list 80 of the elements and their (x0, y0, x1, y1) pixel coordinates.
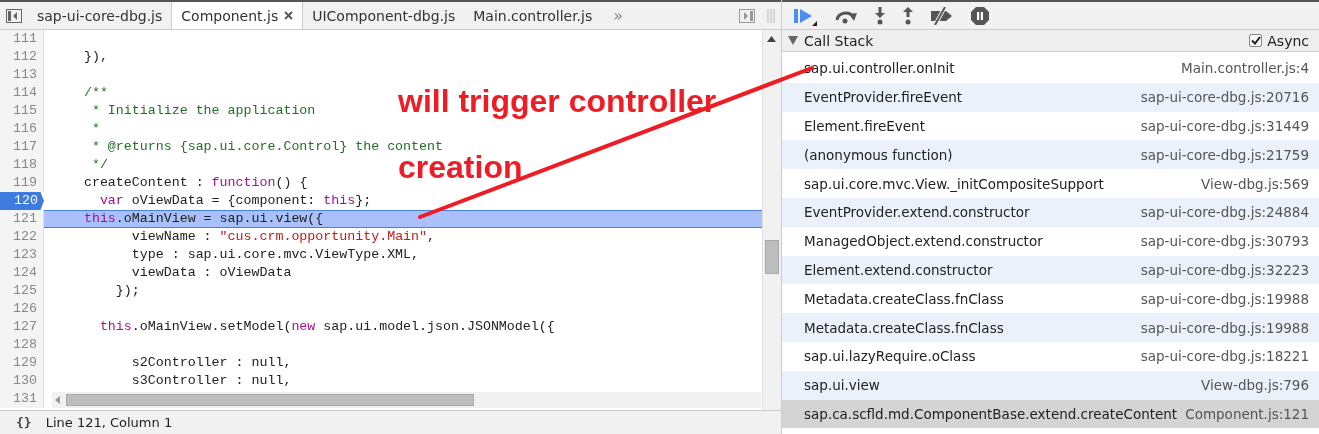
async-checkbox[interactable] (1249, 34, 1263, 47)
breakpoint-marker[interactable]: 120 (0, 192, 44, 210)
code-line: }); (114, 282, 140, 300)
cursor-position: Line 121, Column 1 (45, 415, 173, 430)
deactivate-breakpoints-icon[interactable] (930, 6, 954, 25)
source-location[interactable]: sap-ui-core-dbg.js:20716 (1132, 89, 1309, 106)
code-line: * Initialize the application (90, 102, 316, 120)
function-name: Element.extend.constructor (804, 261, 993, 278)
source-location[interactable]: sap-ui-core-dbg.js:24884 (1132, 204, 1309, 221)
code-line: viewName : "cus.crm.opportunity.Main", (130, 228, 436, 246)
call-frame[interactable]: (anonymous function) sap-ui-core-dbg.js:21759 (782, 140, 1319, 170)
call-frame[interactable]: Element.extend.constructor sap-ui-core-dbg.js:32223 (782, 255, 1319, 285)
code-line: this.oMainView = sap.ui.view({ (82, 210, 324, 228)
code-line: createContent : function() { (82, 174, 308, 192)
call-frame[interactable]: sap.ui.lazyRequire.oClass sap-ui-core-dbg.js:18221 (782, 341, 1319, 371)
file-tab[interactable]: UIComponent-dbg.js (303, 2, 465, 29)
function-name: ManagedObject.extend.constructor (804, 233, 1043, 250)
code-line: s3Controller : null, (130, 372, 292, 390)
section-title[interactable]: Call Stack (804, 32, 874, 49)
code-line: type : sap.ui.core.mvc.ViewType.XML, (130, 246, 420, 264)
code-line: var oViewData = {component: this}; (98, 192, 372, 210)
function-name: EventProvider.extend.constructor (804, 204, 1030, 221)
code-line: /** (82, 84, 108, 102)
call-frame[interactable]: sap.ca.scfld.md.ComponentBase.extend.createContent Component.js:121 (782, 399, 1319, 429)
call-frame[interactable]: EventProvider.fireEvent sap-ui-core-dbg.js:20716 (782, 82, 1319, 112)
vertical-scrollbar[interactable] (762, 30, 781, 410)
source-location[interactable]: sap-ui-core-dbg.js:19988 (1132, 290, 1309, 307)
scrollbar-thumb[interactable] (765, 240, 779, 274)
file-tab[interactable]: Component.js (171, 2, 304, 29)
call-frame[interactable]: sap.ui.core.mvc.View._initCompositeSupport View-dbg.js:569 (782, 169, 1319, 198)
scroll-up-icon[interactable] (767, 36, 776, 42)
call-frame[interactable]: Metadata.createClass.fnClass sap-ui-core-dbg.js:19988 (782, 313, 1319, 342)
sidebar-toggle-icon[interactable] (739, 8, 755, 23)
function-name: sap.ui.view (804, 377, 880, 394)
source-location[interactable]: sap-ui-core-dbg.js:21759 (1132, 146, 1309, 163)
function-name: EventProvider.fireEvent (804, 89, 963, 106)
source-location[interactable]: Component.js:121 (1177, 405, 1309, 422)
call-frame[interactable]: ManagedObject.extend.constructor sap-ui-core-dbg.js:30793 (782, 226, 1319, 256)
source-location[interactable]: Main.controller.js:4 (1173, 60, 1309, 77)
source-location[interactable]: sap-ui-core-dbg.js:30793 (1132, 233, 1309, 250)
call-frame[interactable]: Metadata.createClass.fnClass sap-ui-core-dbg.js:19988 (782, 284, 1319, 314)
scrollbar-thumb[interactable] (66, 394, 474, 406)
expand-triangle-icon[interactable] (788, 36, 798, 45)
code-line: * @returns {sap.ui.core.Control} the content (90, 138, 443, 155)
code-line: }), (82, 48, 108, 66)
close-icon[interactable] (284, 11, 294, 20)
source-location[interactable]: sap-ui-core-dbg.js:19988 (1132, 319, 1309, 336)
pause-on-exceptions-icon[interactable] (970, 5, 990, 26)
function-name: sap.ui.controller.onInit (804, 60, 955, 77)
source-location[interactable]: View-dbg.js:569 (1193, 175, 1309, 192)
source-location[interactable]: sap-ui-core-dbg.js:32223 (1132, 261, 1309, 278)
checkbox-label: Async (1267, 32, 1309, 49)
pretty-print-button[interactable]: {} (16, 415, 32, 430)
call-frame[interactable]: EventProvider.extend.constructor sap-ui-core-dbg.js:24884 (782, 198, 1319, 227)
code-line: * (90, 120, 100, 138)
code-line: s2Controller : null, (130, 354, 292, 372)
file-tab[interactable]: Main.controller.js (464, 2, 602, 29)
step-into-icon[interactable] (874, 6, 886, 25)
function-name: sap.ui.lazyRequire.oClass (804, 348, 976, 365)
function-name: sap.ca.scfld.md.ComponentBase.extend.createContent (804, 405, 1178, 422)
code-line: viewData : oViewData (130, 264, 292, 282)
source-location[interactable]: View-dbg.js:796 (1193, 377, 1309, 394)
sidebar-toggle-icon[interactable] (6, 8, 22, 23)
source-location[interactable]: sap-ui-core-dbg.js:31449 (1132, 118, 1309, 134)
call-frame[interactable]: sap.ui.view View-dbg.js:796 (782, 370, 1319, 400)
function-name: (anonymous function) (804, 146, 953, 163)
drag-handle-icon[interactable] (767, 8, 775, 23)
code-line: */ (90, 156, 108, 174)
call-frame[interactable]: Element.fireEvent sap-ui-core-dbg.js:31449 (782, 111, 1319, 141)
step-out-icon[interactable] (902, 6, 914, 25)
function-name: Metadata.createClass.fnClass (804, 290, 1004, 307)
code-line: this.oMainView.setModel(new sap.ui.model.json.JSONModel({ (98, 318, 555, 336)
source-location[interactable]: sap-ui-core-dbg.js:18221 (1132, 348, 1309, 365)
function-name: sap.ui.core.mvc.View._initCompositeSupport (804, 175, 1104, 192)
call-frame[interactable]: sap.ui.controller.onInit Main.controller.js:4 (782, 54, 1319, 83)
annotation-text: creation (398, 152, 523, 182)
function-name: Metadata.createClass.fnClass (804, 319, 1004, 336)
function-name: Element.fireEvent (804, 118, 925, 134)
horizontal-scrollbar[interactable] (52, 392, 761, 408)
file-tab[interactable]: sap-ui-core-dbg.js (28, 2, 172, 29)
